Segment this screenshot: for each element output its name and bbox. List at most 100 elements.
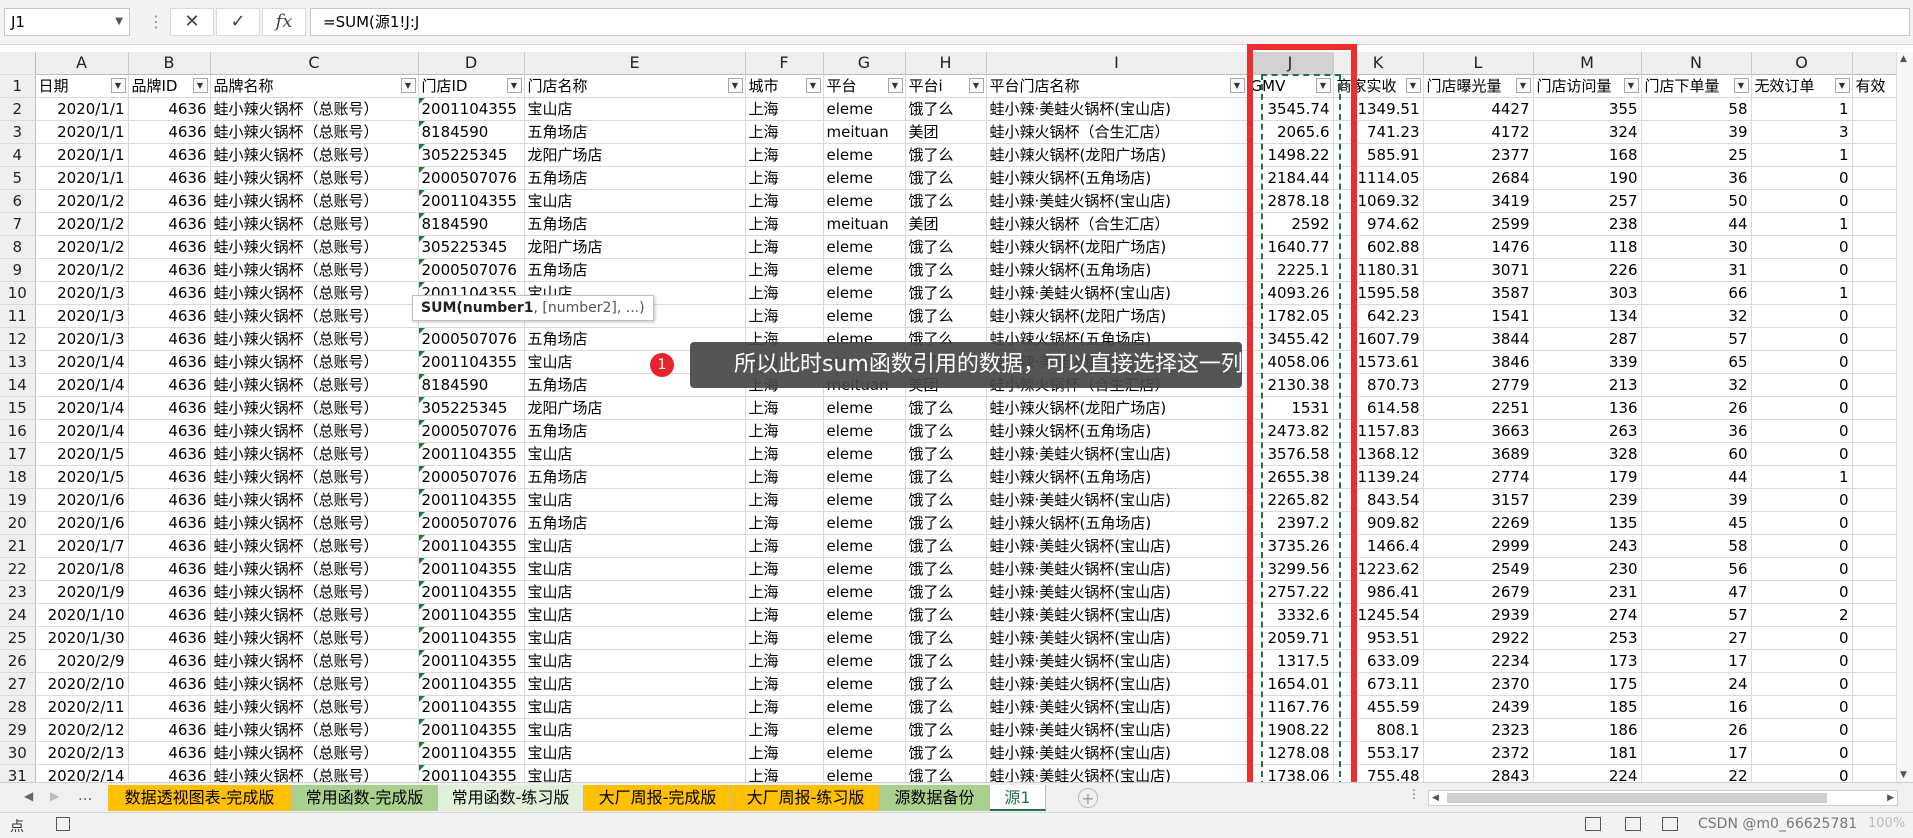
formula-input[interactable]: =SUM(源1!J:J [310,8,1910,36]
cell[interactable]: 上海 [745,534,824,558]
cell[interactable]: meituan [823,120,906,144]
field-header-cell[interactable]: 无效订单 ▼ [1751,74,1853,98]
cell[interactable]: 3663 [1423,419,1534,443]
cell[interactable]: 2020/1/1 [35,166,129,190]
cell[interactable]: 2779 [1423,373,1534,397]
cell[interactable]: 1595.58 [1333,281,1424,305]
field-header-cell[interactable]: 城市 ▼ [745,74,824,98]
cell[interactable]: 龙阳广场店 [524,143,746,167]
filter-dropdown-icon[interactable]: ▼ [1315,78,1331,93]
cell[interactable]: 蛙小辣火锅杯（总账号） [210,442,419,466]
cell[interactable]: 饿了么 [905,695,987,719]
filter-dropdown-icon[interactable]: ▼ [805,78,821,93]
cell[interactable]: 1654.01 [1247,672,1334,696]
cell[interactable]: 2001104355 [418,189,525,213]
cell[interactable]: 蛙小辣火锅杯（总账号） [210,396,419,420]
cell[interactable]: 1782.05 [1247,304,1334,328]
cell[interactable]: 4636 [128,120,211,144]
cell[interactable]: 4636 [128,580,211,604]
cell[interactable]: 45 [1641,511,1752,535]
cell[interactable]: 蛙小辣·美蛙火锅杯(宝山店) [986,695,1248,719]
cell[interactable]: 0 [1751,580,1853,604]
cell[interactable]: 3587 [1423,281,1534,305]
normal-view-icon[interactable] [1585,817,1601,831]
cell[interactable]: 蛙小辣·美蛙火锅杯(宝山店) [986,580,1248,604]
cell[interactable]: 饿了么 [905,672,987,696]
cell[interactable]: 上海 [745,580,824,604]
column-header-m[interactable]: M [1533,52,1642,75]
cell[interactable]: 274 [1533,603,1642,627]
cell[interactable]: 2655.38 [1247,465,1334,489]
cell[interactable]: eleme [823,626,906,650]
cell[interactable]: 1167.76 [1247,695,1334,719]
field-header-cell[interactable]: 日期 ▼ [35,74,129,98]
cell[interactable]: 3735.26 [1247,534,1334,558]
cell[interactable]: 1 [1751,143,1853,167]
cell[interactable]: 287 [1533,327,1642,351]
cell[interactable]: 2001104355 [418,603,525,627]
split-grip-icon[interactable]: ⋮ [1408,787,1420,801]
cell[interactable]: 蛙小辣火锅杯(龙阳广场店) [986,304,1248,328]
cell[interactable]: eleme [823,143,906,167]
cell[interactable]: 953.51 [1333,626,1424,650]
cell[interactable]: 2397.2 [1247,511,1334,535]
cell[interactable]: 173 [1533,649,1642,673]
cell[interactable]: 4636 [128,511,211,535]
row-header[interactable]: 18 [0,465,36,489]
cell[interactable]: 4636 [128,672,211,696]
cell[interactable]: 1114.05 [1333,166,1424,190]
cell[interactable]: 蛙小辣火锅杯（总账号） [210,120,419,144]
cell[interactable]: 0 [1751,442,1853,466]
cell[interactable]: 饿了么 [905,281,987,305]
column-header-a[interactable]: A [35,52,129,75]
cell[interactable]: 4636 [128,350,211,374]
cell[interactable]: 蛙小辣火锅杯（总账号） [210,603,419,627]
cell[interactable]: 蛙小辣火锅杯（总账号） [210,695,419,719]
cell[interactable]: 龙阳广场店 [524,396,746,420]
cell[interactable]: 2269 [1423,511,1534,535]
cell[interactable]: eleme [823,189,906,213]
cell[interactable]: 4636 [128,603,211,627]
cell[interactable]: 2001104355 [418,741,525,765]
cell[interactable]: 宝山店 [524,672,746,696]
row-header[interactable]: 15 [0,396,36,420]
cell[interactable]: 蛙小辣·美蛙火锅杯(宝山店) [986,281,1248,305]
scroll-thumb[interactable] [1447,793,1827,803]
cell[interactable]: 843.54 [1333,488,1424,512]
cell[interactable]: eleme [823,672,906,696]
cell[interactable]: 26 [1641,396,1752,420]
cell[interactable]: 175 [1533,672,1642,696]
sheet-tab[interactable]: 大厂周报-练习版 [732,785,880,811]
cell[interactable]: 蛙小辣火锅杯（合生汇店） [986,120,1248,144]
cell[interactable]: 蛙小辣火锅杯（总账号） [210,189,419,213]
cell[interactable]: 870.73 [1333,373,1424,397]
cell[interactable]: 美团 [905,120,987,144]
cell[interactable]: 263 [1533,419,1642,443]
cell[interactable]: 4636 [128,626,211,650]
cell[interactable]: 2020/1/5 [35,465,129,489]
cell[interactable]: 4636 [128,212,211,236]
cell[interactable]: 蛙小辣火锅杯（总账号） [210,419,419,443]
cell[interactable]: eleme [823,603,906,627]
cell[interactable]: 0 [1751,327,1853,351]
scroll-down-icon[interactable]: ▼ [1900,770,1907,780]
filter-dropdown-icon[interactable]: ▼ [110,78,126,93]
cell[interactable]: eleme [823,396,906,420]
cell[interactable]: 3689 [1423,442,1534,466]
cell[interactable]: 饿了么 [905,143,987,167]
row-header[interactable]: 10 [0,281,36,305]
cell[interactable]: 饿了么 [905,258,987,282]
cell[interactable]: 宝山店 [524,695,746,719]
cell[interactable]: 3 [1751,120,1853,144]
cell[interactable]: 1223.62 [1333,557,1424,581]
cell[interactable]: 16 [1641,695,1752,719]
cell[interactable]: 饿了么 [905,580,987,604]
cell[interactable]: 蛙小辣火锅杯（总账号） [210,580,419,604]
cell[interactable]: 2020/2/13 [35,741,129,765]
cell[interactable]: 蛙小辣·美蛙火锅杯(宝山店) [986,649,1248,673]
cell[interactable]: 118 [1533,235,1642,259]
cell[interactable]: 龙阳广场店 [524,235,746,259]
cell[interactable]: 五角场店 [524,120,746,144]
cell[interactable]: 2020/2/11 [35,695,129,719]
column-header-c[interactable]: C [210,52,419,75]
